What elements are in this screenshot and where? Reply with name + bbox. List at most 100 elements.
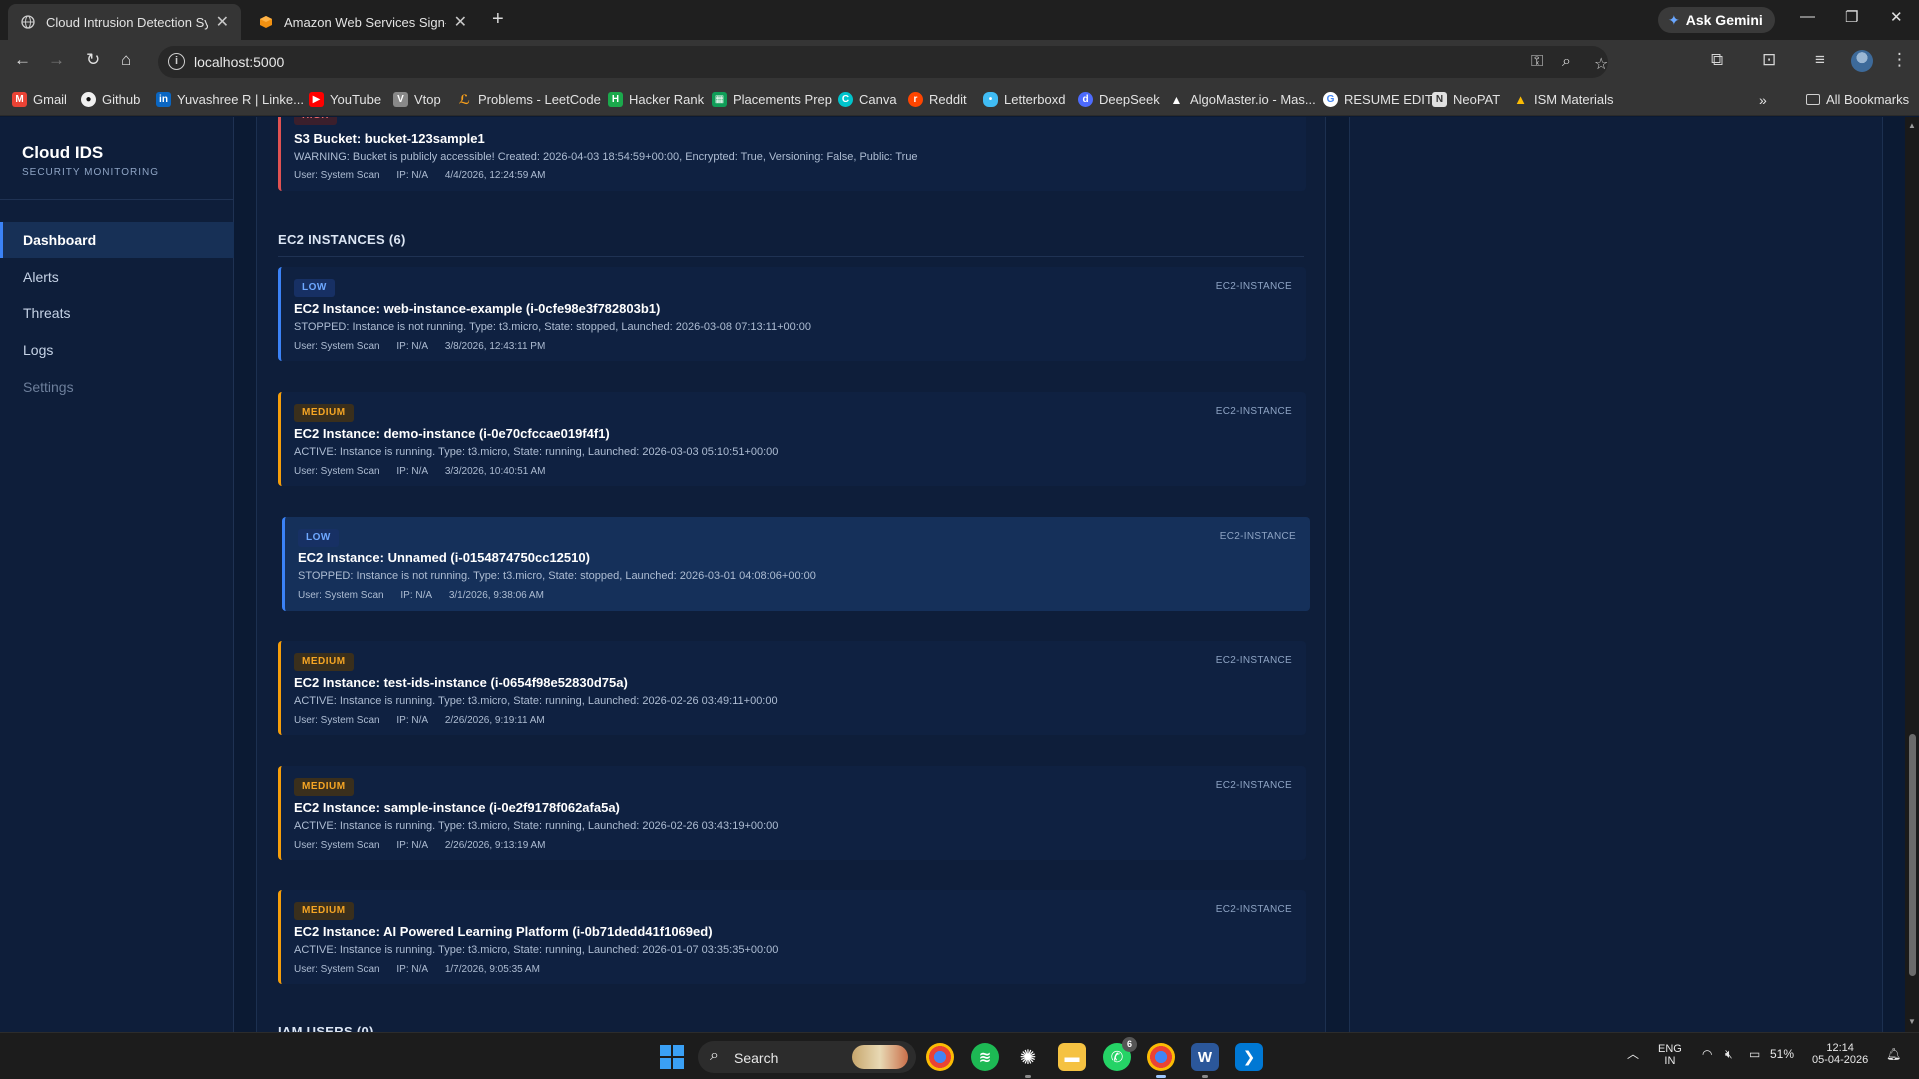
- finding-user: User: System Scan: [294, 715, 380, 726]
- word-app-icon[interactable]: W: [1191, 1043, 1219, 1078]
- vscode-app-icon[interactable]: ❯: [1235, 1043, 1263, 1071]
- finding-card-ec2[interactable]: MEDIUM EC2-INSTANCE EC2 Instance: demo-i…: [278, 392, 1306, 486]
- file-explorer-icon[interactable]: ▬: [1058, 1043, 1086, 1071]
- bookmark-placements-prep[interactable]: ▦ Placements Prep: [712, 92, 832, 107]
- sidebar-item-alerts[interactable]: Alerts: [0, 259, 234, 295]
- resource-type: EC2-INSTANCE: [1215, 780, 1292, 791]
- finding-user: User: System Scan: [294, 964, 380, 975]
- bookmark-vtop[interactable]: V Vtop: [393, 92, 441, 107]
- bookmark-star-icon[interactable]: ☆: [1594, 54, 1608, 74]
- whatsapp-app-icon[interactable]: ✆ 6: [1103, 1037, 1137, 1071]
- url-text[interactable]: localhost:5000: [194, 54, 284, 70]
- bookmark-gmail[interactable]: M Gmail: [12, 92, 67, 107]
- minimize-icon[interactable]: —: [1800, 8, 1815, 25]
- finding-time: 3/3/2026, 10:40:51 AM: [444, 466, 546, 477]
- tab-title: Amazon Web Services Sign-In: [284, 14, 446, 30]
- show-hidden-icons-chevron-icon[interactable]: ︿: [1627, 1045, 1639, 1062]
- tab-title: Cloud Intrusion Detection Syste: [46, 14, 208, 30]
- profile-avatar[interactable]: [1851, 50, 1873, 72]
- spotify-app-icon[interactable]: ≋: [971, 1043, 999, 1071]
- finding-description: ACTIVE: Instance is running. Type: t3.mi…: [294, 446, 779, 458]
- tab-cloud-ids[interactable]: Cloud Intrusion Detection Syste ✕: [8, 4, 241, 40]
- finding-meta: User: System Scan IP: N/A 4/4/2026, 12:2…: [294, 170, 559, 181]
- language-indicator[interactable]: ENG IN: [1658, 1043, 1682, 1067]
- clock[interactable]: 12:14 05-04-2026: [1812, 1042, 1868, 1066]
- hackerrank-icon: H: [608, 92, 623, 107]
- password-key-icon[interactable]: ⚿: [1531, 53, 1543, 71]
- finding-card-ec2[interactable]: LOW EC2-INSTANCE EC2 Instance: Unnamed (…: [282, 517, 1310, 611]
- media-controls-icon[interactable]: ≡: [1815, 50, 1825, 70]
- bookmark-label: Gmail: [33, 92, 67, 107]
- sidebar-divider: [0, 199, 234, 200]
- finding-card-ec2[interactable]: MEDIUM EC2-INSTANCE EC2 Instance: test-i…: [278, 641, 1306, 735]
- finding-meta: User: System Scan IP: N/A 2/26/2026, 9:1…: [294, 840, 559, 851]
- menu-kebab-icon[interactable]: ⋮: [1891, 50, 1908, 70]
- chatgpt-app-icon[interactable]: ✺: [1014, 1043, 1042, 1078]
- resource-type: EC2-INSTANCE: [1215, 406, 1292, 417]
- resource-type: EC2-INSTANCE: [1219, 531, 1296, 542]
- forward-icon[interactable]: →: [48, 50, 65, 70]
- wifi-icon[interactable]: ◠: [1702, 1047, 1712, 1061]
- bookmark-leetcode[interactable]: ℒ Problems - LeetCode: [457, 92, 601, 108]
- bookmark-ism-materials[interactable]: ▲ ISM Materials: [1513, 92, 1613, 107]
- site-info-icon[interactable]: i: [168, 53, 185, 70]
- scroll-up-icon[interactable]: ▲: [1908, 121, 1916, 130]
- bookmark-algomaster[interactable]: ▲ AlgoMaster.io - Mas...: [1169, 92, 1316, 107]
- close-window-icon[interactable]: ✕: [1890, 8, 1903, 26]
- sidebar-item-threats[interactable]: Threats: [0, 295, 234, 331]
- bookmark-hackerrank[interactable]: H Hacker Rank: [608, 92, 704, 107]
- bookmark-resume-edit[interactable]: G RESUME EDIT: [1323, 92, 1433, 107]
- new-tab-icon[interactable]: +: [492, 8, 504, 31]
- ask-gemini-button[interactable]: ✦ Ask Gemini: [1658, 7, 1775, 33]
- tab-search-icon[interactable]: ⊡: [1762, 50, 1776, 70]
- windows-start-icon[interactable]: [660, 1045, 684, 1069]
- taskbar-search[interactable]: ⌕ Search: [698, 1041, 916, 1073]
- tab-aws-sign-in[interactable]: Amazon Web Services Sign-In ✕: [246, 4, 479, 40]
- more-bookmarks-chevron-icon[interactable]: »: [1759, 92, 1767, 108]
- battery-icon[interactable]: ▭: [1749, 1047, 1760, 1061]
- bookmark-canva[interactable]: C Canva: [838, 92, 897, 107]
- finding-card-ec2[interactable]: MEDIUM EC2-INSTANCE EC2 Instance: AI Pow…: [278, 890, 1306, 984]
- extensions-icon[interactable]: ⧉: [1711, 50, 1723, 70]
- back-icon[interactable]: ←: [14, 50, 31, 70]
- section-divider: [278, 256, 1304, 257]
- all-bookmarks-button[interactable]: All Bookmarks: [1806, 92, 1909, 107]
- bookmark-linkedin[interactable]: in Yuvashree R | Linke...: [156, 92, 304, 107]
- address-bar[interactable]: i localhost:5000 ☆ ⌕ ⚿: [158, 46, 1608, 78]
- chrome-active-app-icon[interactable]: [1147, 1043, 1175, 1078]
- bookmark-neopat[interactable]: N NeoPAT: [1432, 92, 1500, 107]
- sidebar-item-settings[interactable]: Settings: [0, 369, 234, 405]
- notification-badge: 6: [1122, 1037, 1137, 1052]
- sidebar-item-dashboard[interactable]: Dashboard: [0, 222, 234, 258]
- volume-muted-icon[interactable]: 🔇︎: [1725, 1047, 1733, 1062]
- close-tab-icon[interactable]: ✕: [454, 12, 467, 32]
- home-icon[interactable]: ⌂: [121, 50, 131, 70]
- scroll-down-icon[interactable]: ▼: [1908, 1017, 1916, 1026]
- page-scrollbar[interactable]: ▲ ▼: [1905, 117, 1919, 1032]
- finding-card-s3[interactable]: HIGH S3-BUCKET S3 Bucket: bucket-123samp…: [278, 117, 1306, 191]
- reload-icon[interactable]: ↻: [86, 50, 100, 70]
- bookmark-reddit[interactable]: r Reddit: [908, 92, 967, 107]
- bookmark-letterboxd[interactable]: • Letterboxd: [983, 92, 1065, 107]
- sidebar-item-logs[interactable]: Logs: [0, 332, 234, 368]
- chrome-app-icon[interactable]: [926, 1043, 954, 1071]
- close-tab-icon[interactable]: ✕: [216, 12, 229, 32]
- finding-card-ec2[interactable]: LOW EC2-INSTANCE EC2 Instance: web-insta…: [278, 267, 1306, 361]
- finding-meta: User: System Scan IP: N/A 2/26/2026, 9:1…: [294, 715, 559, 726]
- gmail-icon: M: [12, 92, 27, 107]
- bookmark-youtube[interactable]: ▶ YouTube: [309, 92, 381, 107]
- finding-time: 4/4/2026, 12:24:59 AM: [444, 170, 546, 181]
- globe-icon: [20, 14, 36, 30]
- all-bookmarks-label: All Bookmarks: [1826, 92, 1910, 107]
- finding-description: ACTIVE: Instance is running. Type: t3.mi…: [294, 695, 778, 707]
- finding-card-ec2[interactable]: MEDIUM EC2-INSTANCE EC2 Instance: sample…: [278, 766, 1306, 860]
- zoom-icon[interactable]: ⌕: [1562, 53, 1571, 71]
- restore-icon[interactable]: ❐: [1845, 8, 1858, 26]
- scroll-thumb[interactable]: [1909, 734, 1916, 976]
- bookmark-github[interactable]: ● Github: [81, 92, 140, 107]
- finding-meta: User: System Scan IP: N/A 3/1/2026, 9:38…: [298, 590, 558, 601]
- notification-bell-icon[interactable]: 🔔︎: [1886, 1047, 1901, 1061]
- finding-time: 3/8/2026, 12:43:11 PM: [444, 341, 546, 352]
- bookmark-deepseek[interactable]: d DeepSeek: [1078, 92, 1160, 107]
- bookmark-label: AlgoMaster.io - Mas...: [1190, 92, 1316, 107]
